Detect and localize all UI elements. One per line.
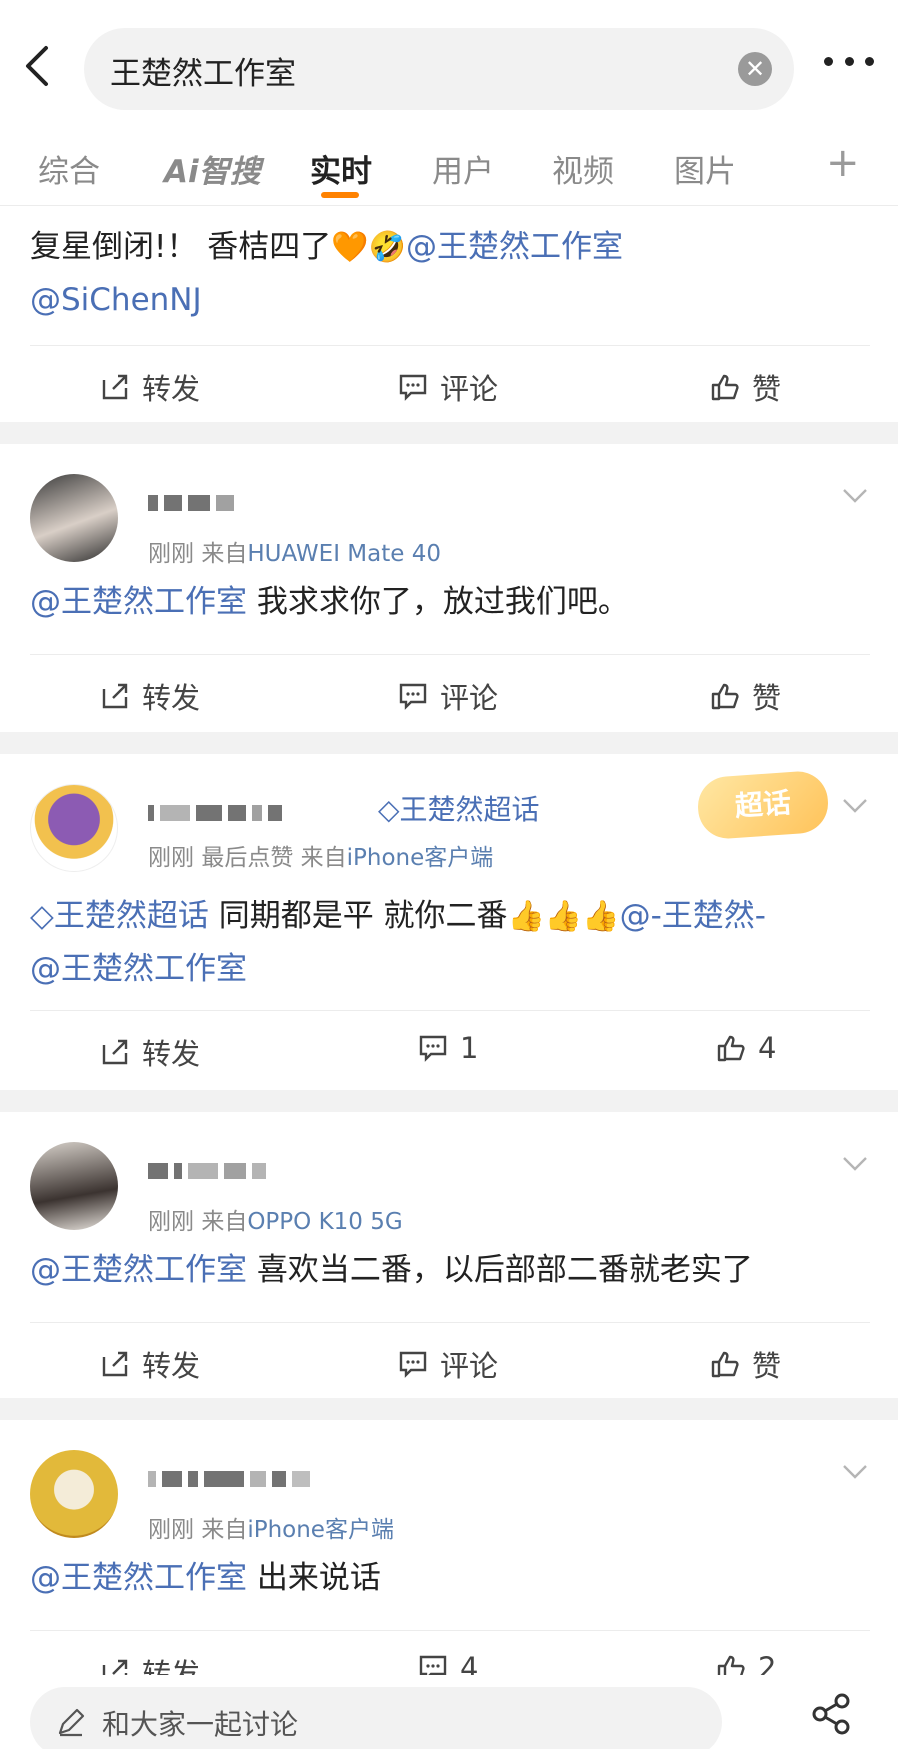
- diamond-icon: ◇: [378, 793, 400, 826]
- action-row: 转发 评论 赞: [30, 654, 870, 734]
- share-icon[interactable]: [808, 1691, 854, 1737]
- like-button[interactable]: 赞: [710, 1343, 781, 1385]
- username-blurred[interactable]: [148, 1160, 266, 1182]
- repost-button[interactable]: 转发: [100, 366, 200, 408]
- laughing-emoji: 🤣: [368, 230, 406, 265]
- post-text: 复星倒闭!！ 香桔四了🧡🤣@王楚然工作室 @SiChenNJ: [30, 221, 870, 326]
- mention-link[interactable]: @王楚然工作室: [30, 951, 247, 987]
- repost-button[interactable]: 转发: [100, 675, 200, 717]
- search-tabs: 综合 Ai智搜 实时 用户 视频 图片 +: [0, 130, 898, 206]
- username-blurred[interactable]: [148, 492, 234, 514]
- comment-icon: [399, 683, 427, 710]
- topic-badge[interactable]: ◇王楚然超话: [378, 788, 540, 828]
- tab-comprehensive[interactable]: 综合: [38, 146, 100, 191]
- post-source[interactable]: OPPO K10 5G: [247, 1209, 402, 1235]
- username-blurred[interactable]: [148, 802, 282, 824]
- post-source[interactable]: iPhone客户端: [247, 1517, 394, 1543]
- search-input[interactable]: 王楚然工作室 ✕: [84, 28, 794, 110]
- post-text: @王楚然工作室 喜欢当二番，以后部部二番就老实了: [30, 1252, 753, 1288]
- mention-link[interactable]: @王楚然工作室: [30, 1560, 247, 1596]
- more-options-icon[interactable]: [824, 50, 874, 72]
- active-tab-indicator: [321, 192, 359, 198]
- diamond-icon: ◇: [30, 898, 54, 934]
- add-tab-icon[interactable]: +: [826, 140, 860, 186]
- thumbs-up-icon: [711, 1351, 739, 1378]
- comment-button[interactable]: 评论: [398, 675, 498, 717]
- top-bar: 王楚然工作室 ✕: [0, 0, 898, 120]
- bottom-bar: 和大家一起讨论: [0, 1675, 898, 1749]
- post-text: @王楚然工作室 出来说话: [30, 1560, 381, 1596]
- repost-icon: [102, 374, 128, 400]
- clear-icon[interactable]: ✕: [738, 52, 772, 86]
- like-button[interactable]: 赞: [710, 366, 781, 408]
- topic-link[interactable]: 王楚然超话: [54, 898, 209, 934]
- mention-link[interactable]: @王楚然工作室: [406, 229, 623, 265]
- post-source[interactable]: HUAWEI Mate 40: [247, 541, 441, 567]
- thumbs-up-icon: [711, 374, 739, 401]
- avatar[interactable]: [30, 1450, 118, 1538]
- chevron-down-icon[interactable]: [842, 798, 868, 814]
- post-meta: 刚刚 来自OPPO K10 5G: [148, 1209, 403, 1235]
- comment-icon: [399, 374, 427, 401]
- thumbs-up-icon: [717, 1035, 745, 1062]
- repost-button[interactable]: 转发: [100, 1031, 200, 1073]
- post-source[interactable]: iPhone客户端: [347, 845, 494, 871]
- chevron-down-icon[interactable]: [842, 1464, 868, 1480]
- comment-icon: [399, 1351, 427, 1378]
- tab-ai-search[interactable]: Ai智搜: [164, 146, 261, 191]
- card-separator: [0, 1090, 898, 1112]
- mention-link[interactable]: @SiChenNJ: [30, 282, 202, 318]
- action-row: 转发 1 4: [30, 1010, 870, 1090]
- search-query: 王楚然工作室: [110, 56, 296, 92]
- repost-icon: [102, 683, 128, 709]
- post-meta: 刚刚 来自iPhone客户端: [148, 1517, 394, 1543]
- post-text: @王楚然工作室 我求求你了，放过我们吧。: [30, 584, 629, 620]
- comment-button[interactable]: 评论: [398, 366, 498, 408]
- tab-images[interactable]: 图片: [674, 146, 736, 191]
- card-separator: [0, 422, 898, 444]
- comment-button[interactable]: 1: [418, 1031, 478, 1065]
- chevron-down-icon[interactable]: [842, 1156, 868, 1172]
- action-row: 转发 评论 赞: [30, 1322, 870, 1402]
- post-card: 复星倒闭!！ 香桔四了🧡🤣@王楚然工作室 @SiChenNJ 转发 评论 赞: [0, 207, 898, 422]
- avatar[interactable]: [30, 784, 118, 872]
- post-meta: 刚刚 最后点赞 来自iPhone客户端: [148, 845, 494, 871]
- card-separator: [0, 732, 898, 754]
- mention-link[interactable]: @-王楚然-: [620, 898, 766, 934]
- like-button[interactable]: 赞: [710, 675, 781, 717]
- post-card: 刚刚 来自HUAWEI Mate 40 @王楚然工作室 我求求你了，放过我们吧。…: [0, 444, 898, 732]
- repost-icon: [102, 1351, 128, 1377]
- mention-link[interactable]: @王楚然工作室: [30, 1252, 247, 1288]
- like-button[interactable]: 4: [716, 1031, 776, 1065]
- comment-input[interactable]: 和大家一起讨论: [30, 1687, 722, 1749]
- post-card: ◇王楚然超话 超话 刚刚 最后点赞 来自iPhone客户端 ◇王楚然超话 同期都…: [0, 754, 898, 1090]
- tab-realtime[interactable]: 实时: [310, 146, 372, 191]
- post-meta: 刚刚 来自HUAWEI Mate 40: [148, 541, 441, 567]
- username-blurred[interactable]: [148, 1468, 310, 1490]
- avatar[interactable]: [30, 1142, 118, 1230]
- comment-button[interactable]: 评论: [398, 1343, 498, 1385]
- back-arrow-icon[interactable]: [18, 44, 58, 88]
- post-text: ◇王楚然超话 同期都是平 就你二番👍👍👍@-王楚然- @王楚然工作室: [30, 890, 870, 995]
- chaohua-badge: 超话: [695, 769, 831, 841]
- repost-button[interactable]: 转发: [100, 1343, 200, 1385]
- post-card: 刚刚 来自OPPO K10 5G @王楚然工作室 喜欢当二番，以后部部二番就老实…: [0, 1112, 898, 1398]
- thumbs-up-emoji: 👍👍👍: [507, 899, 620, 934]
- orange-heart-emoji: 🧡: [331, 230, 369, 265]
- action-row: 转发 评论 赞: [30, 345, 870, 425]
- pencil-icon: [58, 1708, 85, 1737]
- comment-placeholder: 和大家一起讨论: [102, 1708, 299, 1741]
- post-card: 刚刚 来自iPhone客户端 @王楚然工作室 出来说话 转发 4 2: [0, 1420, 898, 1691]
- comment-icon: [419, 1035, 447, 1062]
- card-separator: [0, 1398, 898, 1420]
- repost-icon: [102, 1039, 128, 1065]
- avatar[interactable]: [30, 474, 118, 562]
- mention-link[interactable]: @王楚然工作室: [30, 584, 247, 620]
- thumbs-up-icon: [711, 683, 739, 710]
- tab-users[interactable]: 用户: [432, 146, 494, 191]
- chevron-down-icon[interactable]: [842, 488, 868, 504]
- tab-videos[interactable]: 视频: [552, 146, 614, 191]
